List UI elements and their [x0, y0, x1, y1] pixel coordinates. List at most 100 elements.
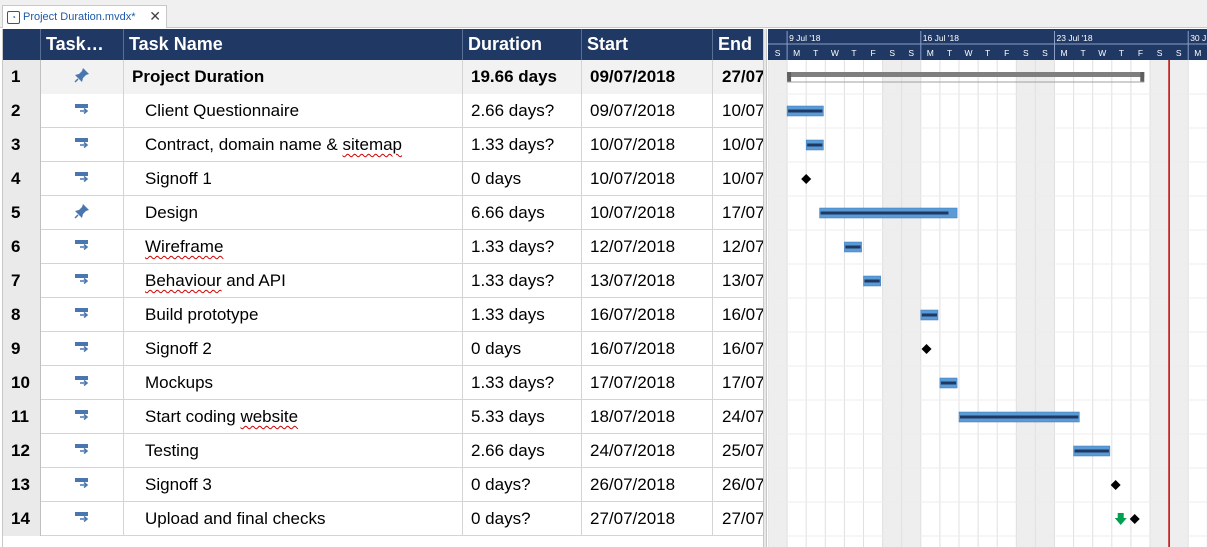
task-mode-cell[interactable]	[41, 230, 124, 264]
task-mode-cell[interactable]	[41, 298, 124, 332]
start-cell[interactable]: 13/07/2018	[582, 264, 713, 298]
task-name-cell[interactable]: Signoff 1	[124, 162, 463, 196]
duration-cell[interactable]: 1.33 days	[463, 298, 582, 332]
start-cell[interactable]: 09/07/2018	[582, 60, 713, 94]
task-mode-column-header[interactable]: Task…	[41, 29, 124, 60]
start-cell[interactable]: 10/07/2018	[582, 196, 713, 230]
duration-cell[interactable]: 5.33 days	[463, 400, 582, 434]
task-name-cell[interactable]: Signoff 2	[124, 332, 463, 366]
task-name-cell[interactable]: Build prototype	[124, 298, 463, 332]
task-mode-cell[interactable]	[41, 468, 124, 502]
duration-cell[interactable]: 19.66 days	[463, 60, 582, 94]
start-cell[interactable]: 10/07/2018	[582, 128, 713, 162]
task-name-cell[interactable]: Mockups	[124, 366, 463, 400]
start-cell[interactable]: 16/07/2018	[582, 298, 713, 332]
task-name-cell[interactable]: Design	[124, 196, 463, 230]
start-cell[interactable]: 27/07/2018	[582, 502, 713, 536]
row-number[interactable]: 13	[3, 468, 41, 502]
end-cell[interactable]: 24/07	[713, 400, 763, 434]
task-mode-cell[interactable]	[41, 94, 124, 128]
end-cell[interactable]: 12/07	[713, 230, 763, 264]
task-mode-cell[interactable]	[41, 400, 124, 434]
task-row[interactable]: 14 Upload and final checks 0 days? 27/07/20…	[3, 502, 763, 536]
task-name-column-header[interactable]: Task Name	[124, 29, 463, 60]
duration-cell[interactable]: 1.33 days?	[463, 128, 582, 162]
task-row[interactable]: 13 Signoff 3 0 days? 26/07/2018 26/07	[3, 468, 763, 502]
task-mode-cell[interactable]	[41, 502, 124, 536]
task-row[interactable]: 12 Testing 2.66 days 24/07/2018 25/07	[3, 434, 763, 468]
duration-cell[interactable]: 0 days	[463, 332, 582, 366]
start-cell[interactable]: 12/07/2018	[582, 230, 713, 264]
task-name-cell[interactable]: Testing	[124, 434, 463, 468]
end-cell[interactable]: 26/07	[713, 468, 763, 502]
start-cell[interactable]: 24/07/2018	[582, 434, 713, 468]
task-mode-cell[interactable]	[41, 264, 124, 298]
row-number[interactable]: 10	[3, 366, 41, 400]
task-name-cell[interactable]: Project Duration	[124, 60, 463, 94]
start-cell[interactable]: 17/07/2018	[582, 366, 713, 400]
task-row[interactable]: 9 Signoff 2 0 days 16/07/2018 16/07	[3, 332, 763, 366]
end-cell[interactable]: 17/07	[713, 366, 763, 400]
pane-splitter[interactable]	[763, 29, 767, 547]
task-name-cell[interactable]: Behaviour and API	[124, 264, 463, 298]
task-mode-cell[interactable]	[41, 128, 124, 162]
duration-cell[interactable]: 1.33 days?	[463, 230, 582, 264]
end-cell[interactable]: 17/07	[713, 196, 763, 230]
end-cell[interactable]: 25/07	[713, 434, 763, 468]
task-row[interactable]: 1 Project Duration 19.66 days 09/07/2018 27/…	[3, 60, 763, 94]
end-cell[interactable]: 16/07	[713, 332, 763, 366]
row-number[interactable]: 9	[3, 332, 41, 366]
task-row[interactable]: 10 Mockups 1.33 days? 17/07/2018 17/07	[3, 366, 763, 400]
task-row[interactable]: 4 Signoff 1 0 days 10/07/2018 10/07	[3, 162, 763, 196]
row-number-header[interactable]	[3, 29, 41, 60]
start-cell[interactable]: 10/07/2018	[582, 162, 713, 196]
end-column-header[interactable]: End	[713, 29, 763, 60]
duration-cell[interactable]: 2.66 days?	[463, 94, 582, 128]
end-cell[interactable]: 13/07	[713, 264, 763, 298]
task-row[interactable]: 7 Behaviour and API 1.33 days? 13/07/2018 13…	[3, 264, 763, 298]
end-cell[interactable]: 10/07	[713, 94, 763, 128]
row-number[interactable]: 5	[3, 196, 41, 230]
duration-cell[interactable]: 0 days?	[463, 468, 582, 502]
duration-cell[interactable]: 1.33 days?	[463, 264, 582, 298]
row-number[interactable]: 12	[3, 434, 41, 468]
task-row[interactable]: 3 Contract, domain name & sitemap 1.33 day…	[3, 128, 763, 162]
duration-cell[interactable]: 2.66 days	[463, 434, 582, 468]
end-cell[interactable]: 10/07	[713, 128, 763, 162]
task-row[interactable]: 8 Build prototype 1.33 days 16/07/2018 16/07	[3, 298, 763, 332]
row-number[interactable]: 3	[3, 128, 41, 162]
duration-cell[interactable]: 6.66 days	[463, 196, 582, 230]
row-number[interactable]: 11	[3, 400, 41, 434]
row-number[interactable]: 14	[3, 502, 41, 536]
task-row[interactable]: 2 Client Questionnaire 2.66 days? 09/07/201…	[3, 94, 763, 128]
document-tab[interactable]: ◔ Project Duration.mvdx* ✕	[2, 5, 167, 28]
task-mode-cell[interactable]	[41, 366, 124, 400]
task-row[interactable]: 11 Start coding website 5.33 days 18/07/201…	[3, 400, 763, 434]
start-cell[interactable]: 16/07/2018	[582, 332, 713, 366]
task-name-cell[interactable]: Signoff 3	[124, 468, 463, 502]
start-cell[interactable]: 09/07/2018	[582, 94, 713, 128]
end-cell[interactable]: 10/07	[713, 162, 763, 196]
duration-cell[interactable]: 0 days	[463, 162, 582, 196]
duration-cell[interactable]: 0 days?	[463, 502, 582, 536]
end-cell[interactable]: 27/07	[713, 502, 763, 536]
task-mode-cell[interactable]	[41, 434, 124, 468]
task-row[interactable]: 5 Design 6.66 days 10/07/2018 17/07	[3, 196, 763, 230]
start-cell[interactable]: 26/07/2018	[582, 468, 713, 502]
task-mode-cell[interactable]	[41, 60, 124, 94]
task-mode-cell[interactable]	[41, 162, 124, 196]
task-name-cell[interactable]: Wireframe	[124, 230, 463, 264]
task-name-cell[interactable]: Client Questionnaire	[124, 94, 463, 128]
row-number[interactable]: 7	[3, 264, 41, 298]
task-name-cell[interactable]: Contract, domain name & sitemap	[124, 128, 463, 162]
task-row[interactable]: 6 Wireframe 1.33 days? 12/07/2018 12/07	[3, 230, 763, 264]
task-name-cell[interactable]: Start coding website	[124, 400, 463, 434]
task-mode-cell[interactable]	[41, 196, 124, 230]
end-cell[interactable]: 16/07	[713, 298, 763, 332]
duration-column-header[interactable]: Duration	[463, 29, 582, 60]
start-column-header[interactable]: Start	[582, 29, 713, 60]
row-number[interactable]: 4	[3, 162, 41, 196]
start-cell[interactable]: 18/07/2018	[582, 400, 713, 434]
row-number[interactable]: 8	[3, 298, 41, 332]
close-tab-icon[interactable]: ✕	[149, 8, 161, 25]
